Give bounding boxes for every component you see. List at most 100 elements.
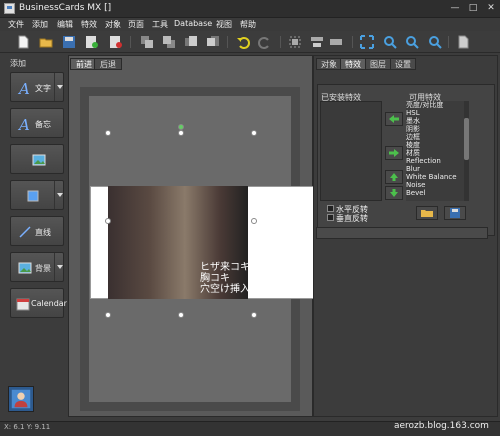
add-line-button[interactable]: 直线 xyxy=(10,216,64,246)
save-icon[interactable] xyxy=(62,35,76,49)
resize-handle[interactable] xyxy=(178,130,184,136)
close-icon[interactable]: ✕ xyxy=(482,2,500,15)
add-background-label: 背景 xyxy=(35,264,51,273)
zoom-in-icon[interactable] xyxy=(383,35,397,49)
flip-horizontal-checkbox[interactable] xyxy=(327,205,334,212)
avatar[interactable] xyxy=(8,386,34,412)
toolbar-separator xyxy=(227,36,228,48)
minimize-icon[interactable]: — xyxy=(446,2,464,15)
tab-object[interactable]: 对象 xyxy=(316,58,342,70)
list-item[interactable]: 阴影 xyxy=(406,125,469,133)
zoom-actual-icon[interactable] xyxy=(428,35,442,49)
open-folder-icon[interactable] xyxy=(39,35,53,49)
list-item[interactable]: Reflection xyxy=(406,157,469,165)
effect-properties-bar[interactable] xyxy=(316,227,488,239)
new-file-icon[interactable] xyxy=(16,35,30,49)
resize-handle[interactable] xyxy=(105,312,111,318)
resize-handle[interactable] xyxy=(251,218,257,224)
zoom-out-icon[interactable] xyxy=(405,35,419,49)
calendar-icon xyxy=(15,296,31,312)
installed-effects-list[interactable] xyxy=(320,101,382,201)
tab-settings[interactable]: 设置 xyxy=(390,58,416,70)
list-item[interactable]: Bevel xyxy=(406,189,469,197)
tab-back[interactable]: 后退 xyxy=(94,58,122,70)
redo-icon[interactable] xyxy=(258,35,272,49)
rotate-handle[interactable] xyxy=(178,124,184,130)
list-item[interactable]: Noise xyxy=(406,181,469,189)
tab-effects[interactable]: 特效 xyxy=(340,58,366,70)
list-item[interactable]: 材质 xyxy=(406,149,469,157)
photo-caption-line: 胸コキ xyxy=(200,273,230,284)
add-image-button[interactable] xyxy=(10,144,64,174)
image-icon xyxy=(31,152,47,168)
resize-handle[interactable] xyxy=(105,130,111,136)
menu-edit[interactable]: 编辑 xyxy=(57,19,73,30)
menu-tools[interactable]: 工具 xyxy=(152,19,168,30)
window-title: BusinessCards MX [] xyxy=(19,3,112,13)
resize-handle[interactable] xyxy=(251,312,257,318)
toolbar-separator xyxy=(280,36,281,48)
delete-page-icon[interactable] xyxy=(109,35,123,49)
send-to-back-icon[interactable] xyxy=(206,35,220,49)
resize-handle[interactable] xyxy=(105,218,111,224)
open-effect-button[interactable] xyxy=(416,206,438,220)
list-item[interactable]: White Balance xyxy=(406,173,469,181)
add-calendar-button[interactable]: Calendar xyxy=(10,288,67,318)
add-effect-button[interactable] xyxy=(385,112,403,126)
chevron-down-icon[interactable] xyxy=(54,73,63,101)
flip-vertical-checkbox[interactable] xyxy=(327,214,334,221)
menu-database[interactable]: Database xyxy=(174,19,212,28)
distribute-icon[interactable] xyxy=(329,35,343,49)
list-item[interactable]: Blur xyxy=(406,165,469,173)
toolbar-separator xyxy=(448,36,449,48)
list-item[interactable]: 墨水 xyxy=(406,117,469,125)
group-icon[interactable] xyxy=(288,35,302,49)
chevron-down-icon[interactable] xyxy=(54,253,63,281)
arrow-up-icon xyxy=(390,173,398,181)
undo-icon[interactable] xyxy=(236,35,250,49)
bring-forward-icon[interactable] xyxy=(140,35,154,49)
add-calendar-label: Calendar xyxy=(31,299,67,308)
background-icon xyxy=(17,260,33,276)
print-icon[interactable] xyxy=(456,35,470,49)
remove-effect-button[interactable] xyxy=(385,146,403,160)
move-effect-up-button[interactable] xyxy=(385,170,403,184)
list-item[interactable]: HSL xyxy=(406,109,469,117)
menu-page[interactable]: 页面 xyxy=(128,19,144,30)
ruler-left xyxy=(80,87,89,411)
ruler-top xyxy=(80,87,300,96)
list-item[interactable]: 亮度/对比度 xyxy=(406,101,469,109)
arrow-down-icon xyxy=(390,189,398,197)
bring-to-front-icon[interactable] xyxy=(184,35,198,49)
add-page-icon[interactable] xyxy=(85,35,99,49)
menu-help[interactable]: 帮助 xyxy=(240,19,256,30)
arrow-right-icon xyxy=(389,149,399,157)
add-shape-button[interactable] xyxy=(10,180,64,210)
menu-view[interactable]: 视图 xyxy=(216,19,232,30)
add-text-label: 文字 xyxy=(35,84,51,93)
menu-object[interactable]: 对象 xyxy=(105,19,121,30)
list-item[interactable]: 边框 xyxy=(406,133,469,141)
zoom-fit-icon[interactable] xyxy=(360,35,374,49)
svg-text:A: A xyxy=(17,116,30,132)
add-text-button[interactable]: A 文字 xyxy=(10,72,64,102)
scrollbar-thumb[interactable] xyxy=(464,118,469,160)
resize-handle[interactable] xyxy=(178,312,184,318)
photo-caption-line: 穴空け挿入 xyxy=(200,284,250,295)
save-effect-button[interactable] xyxy=(444,206,466,220)
list-item[interactable]: 棱度 xyxy=(406,141,469,149)
folder-icon xyxy=(421,210,433,217)
send-backward-icon[interactable] xyxy=(162,35,176,49)
menu-effects[interactable]: 特效 xyxy=(81,19,97,30)
available-effects-list[interactable]: 亮度/对比度 HSL 墨水 阴影 边框 棱度 材质 Reflection Blu… xyxy=(406,101,469,201)
add-background-button[interactable]: 背景 xyxy=(10,252,64,282)
menu-add[interactable]: 添加 xyxy=(32,19,48,30)
menu-file[interactable]: 文件 xyxy=(8,19,24,30)
maximize-icon[interactable]: □ xyxy=(464,2,482,15)
add-memo-button[interactable]: A 备忘 xyxy=(10,108,64,138)
tab-layers[interactable]: 图层 xyxy=(365,58,391,70)
move-effect-down-button[interactable] xyxy=(385,186,403,200)
align-icon[interactable] xyxy=(310,35,324,49)
chevron-down-icon[interactable] xyxy=(54,181,63,209)
resize-handle[interactable] xyxy=(251,130,257,136)
